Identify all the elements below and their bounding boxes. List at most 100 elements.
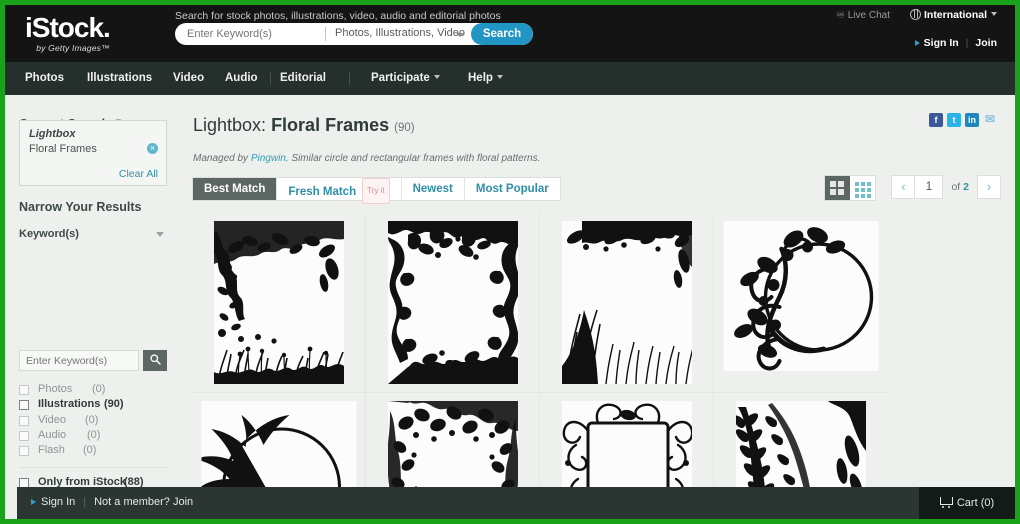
facet-divider [19,467,169,468]
view-mode-toggle [824,175,876,201]
footer-join-link[interactable]: Not a member? Join [94,496,193,508]
nav-divider-2 [349,72,350,85]
auth-links: Sign In | Join [915,37,997,49]
locale-selector[interactable]: International [910,9,997,21]
chat-bubble-icon: ♾ [836,10,845,21]
footer-sign-in-link[interactable]: Sign In [41,496,75,508]
lightbox-description: Managed by Pingwin. Similar circle and r… [193,153,540,164]
facet-audio[interactable]: Audio(0) [19,429,169,444]
email-icon[interactable]: ✉ [983,113,997,127]
istock-logo[interactable]: iStock. by Getty Images™ [25,13,110,53]
chevron-down-icon[interactable] [456,33,464,37]
thumbnail-wildflower-meadow-frame[interactable] [214,221,344,384]
chevron-down-icon[interactable] [156,232,164,237]
nav-item-photos[interactable]: Photos [25,62,64,95]
cart-label: Cart (0) [957,497,994,509]
title-prefix: Lightbox: [193,115,271,135]
thumbnail-circular-vine-berry-frame[interactable] [724,221,879,371]
arrow-right-icon [915,40,920,46]
live-chat-link[interactable]: ♾ Live Chat [836,10,890,21]
twitter-icon[interactable]: t [947,113,961,127]
tab-best-match[interactable]: Best Match [193,178,277,200]
nav-item-illustrations[interactable]: Illustrations [87,62,152,95]
chevron-down-icon [991,12,997,16]
logo-wordmark: iStock. [25,13,110,43]
nav-item-editorial[interactable]: Editorial [280,62,326,95]
chevron-down-icon [497,75,503,79]
result-tile[interactable] [540,213,714,393]
keyword-filter-input[interactable] [19,350,139,371]
view-small-grid-button[interactable] [850,176,875,200]
filter-sidebar: Current Searchi Lightbox Floral Frames ×… [5,95,180,519]
shopping-cart-icon [940,497,953,507]
remove-filter-icon[interactable]: × [147,143,158,154]
linkedin-icon[interactable]: in [965,113,979,127]
checkbox[interactable] [19,416,29,426]
search-button[interactable]: Search [471,23,533,45]
facebook-icon[interactable]: f [929,113,943,127]
footer-auth-links: Sign In | Not a member? Join [31,496,193,508]
globe-icon [910,9,921,20]
cart-button[interactable]: Cart (0) [919,487,1015,519]
sign-in-link[interactable]: Sign In [924,37,959,49]
search-divider [325,27,326,41]
search-type-selector[interactable]: Photos, Illustrations, Video [335,27,465,39]
nav-item-video[interactable]: Video [173,62,204,95]
main-navigation: Photos Illustrations Video Audio Editori… [5,62,1015,95]
sticky-footer-bar: Sign In | Not a member? Join Cart (0) [17,487,1015,519]
current-search-box: Lightbox Floral Frames × Clear All [19,120,167,186]
checkbox[interactable] [19,385,29,395]
facet-flash[interactable]: Flash(0) [19,444,169,459]
checkbox[interactable] [19,400,29,410]
checkbox[interactable] [19,446,29,456]
live-chat-label: Live Chat [848,10,890,21]
try-it-badge: Try it [362,178,389,204]
search-icon [149,353,162,366]
search-input[interactable] [187,23,337,45]
grid-large-icon [830,181,844,195]
current-page-number[interactable]: 1 [915,175,943,199]
result-tile[interactable] [192,213,366,393]
facet-video[interactable]: Video(0) [19,414,169,429]
view-large-grid-button[interactable] [825,176,850,200]
narrow-results-heading: Narrow Your Results [19,200,142,214]
social-share-bar: f t in ✉ [929,113,997,127]
keywords-heading: Keyword(s) [19,228,79,240]
pagination: ‹ 1 of 2 › [891,175,1001,199]
checkbox[interactable] [19,431,29,441]
chevron-down-icon [434,75,440,79]
thumbnail-grass-and-leaf-corner-frame[interactable] [562,221,692,384]
keyword-search-button[interactable] [143,350,167,371]
page-title: Lightbox: Floral Frames (90) [193,115,415,136]
footer-divider: | [83,496,86,508]
next-page-button[interactable]: › [977,175,1001,199]
thumbnail-ornate-swirl-floral-frame[interactable] [388,221,518,384]
facet-illustrations[interactable]: Illustrations(90) [19,398,169,413]
lightbox-owner-link[interactable]: Pingwin [251,153,286,164]
logo-tagline: by Getty Images™ [25,43,110,53]
site-header: iStock. by Getty Images™ Search for stoc… [5,5,1015,62]
tab-most-popular[interactable]: Most Popular [465,178,560,200]
clear-all-link[interactable]: Clear All [119,168,158,180]
result-tile[interactable] [366,213,540,393]
auth-divider: | [966,37,969,49]
nav-item-audio[interactable]: Audio [225,62,258,95]
join-link[interactable]: Join [975,37,997,49]
locale-label: International [924,9,987,21]
result-count: (90) [394,122,414,134]
search-caption: Search for stock photos, illustrations, … [175,10,501,22]
arrow-right-icon [31,499,36,505]
main-content: Lightbox: Floral Frames (90) Managed by … [180,95,1015,519]
result-tile[interactable] [714,213,888,393]
nav-item-help[interactable]: Help [468,62,503,95]
tab-newest[interactable]: Newest [402,178,465,200]
facet-photos[interactable]: Photos(0) [19,383,169,398]
prev-page-button[interactable]: ‹ [891,175,915,199]
tab-fresh-match[interactable]: Fresh MatchTry it [277,178,401,200]
media-type-facets: Photos(0) Illustrations(90) Video(0) Aud… [19,383,169,459]
nav-item-participate[interactable]: Participate [371,62,440,95]
title-lightbox-name: Floral Frames [271,115,389,135]
browser-page: iStock. by Getty Images™ Search for stoc… [5,5,1015,519]
total-pages-label: of 2 [951,181,969,193]
grid-small-icon [855,182,871,198]
